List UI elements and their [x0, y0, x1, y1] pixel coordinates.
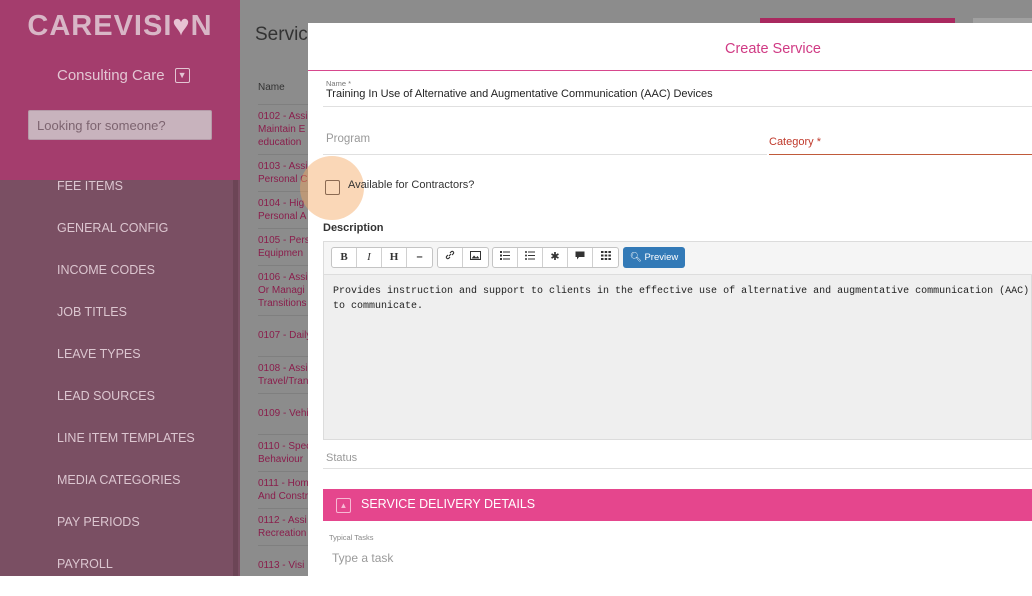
org-name: Consulting Care: [57, 67, 165, 84]
description-editor: B I H – ✱ 🔍︎ Preview Provides instructio…: [323, 241, 1032, 440]
contractors-checkbox[interactable]: [325, 180, 340, 195]
chevron-down-icon[interactable]: ▼: [174, 68, 190, 83]
sidebar-header: CAREVISI♥N Consulting Care ▼: [0, 0, 240, 180]
modal-title: Create Service: [725, 41, 821, 57]
org-switcher[interactable]: Consulting Care ▼: [57, 67, 190, 84]
description-label: Description: [323, 222, 384, 234]
logo-text: CAREVISI: [27, 10, 173, 42]
list-group: ✱: [492, 247, 619, 268]
category-select[interactable]: Category *: [769, 131, 1032, 155]
format-group: B I H –: [331, 247, 433, 268]
modal-header: Create Service: [308, 23, 1032, 71]
status-select[interactable]: Status: [323, 450, 1032, 469]
status-label: Status: [326, 452, 358, 464]
name-label: Name *: [326, 79, 352, 88]
contractors-checkbox-label[interactable]: Available for Contractors?: [348, 179, 474, 191]
logo-text-end: N: [190, 10, 213, 42]
app-logo[interactable]: CAREVISI♥N: [0, 10, 240, 43]
sidebar-item-pay-periods[interactable]: PAY PERIODS: [57, 512, 195, 554]
italic-button[interactable]: I: [357, 248, 382, 267]
heading-button[interactable]: H: [382, 248, 407, 267]
sidebar-menu: FEE ITEMS GENERAL CONFIG INCOME CODES JO…: [57, 176, 195, 596]
category-label: Category *: [769, 136, 821, 148]
sidebar-item-line-item-templates[interactable]: LINE ITEM TEMPLATES: [57, 428, 195, 470]
sidebar-item-income-codes[interactable]: INCOME CODES: [57, 260, 195, 302]
description-textarea[interactable]: Provides instruction and support to clie…: [333, 284, 1028, 314]
program-label: Program: [326, 133, 371, 145]
heart-icon: ♥: [172, 10, 191, 42]
typical-tasks-label: Typical Tasks: [329, 533, 374, 542]
comment-icon[interactable]: [568, 248, 593, 267]
sidebar-item-general-config[interactable]: GENERAL CONFIG: [57, 218, 195, 260]
sidebar-item-job-titles[interactable]: JOB TITLES: [57, 302, 195, 344]
ordered-list-icon[interactable]: [493, 248, 518, 267]
section-title: SERVICE DELIVERY DETAILS: [361, 497, 536, 511]
table-icon[interactable]: [593, 248, 618, 267]
sidebar-item-fee-items[interactable]: FEE ITEMS: [57, 176, 195, 218]
typical-tasks-input[interactable]: [329, 548, 729, 568]
bold-button[interactable]: B: [332, 248, 357, 267]
search-icon: 🔍︎: [629, 252, 642, 263]
preview-label: Preview: [644, 252, 679, 263]
sidebar-item-payroll[interactable]: PAYROLL: [57, 554, 195, 596]
link-icon[interactable]: [438, 248, 463, 267]
asterisk-icon[interactable]: ✱: [543, 248, 568, 267]
sidebar-item-lead-sources[interactable]: LEAD SOURCES: [57, 386, 195, 428]
sidebar-scrollbar[interactable]: [233, 180, 238, 576]
search-input[interactable]: [28, 110, 212, 140]
chevron-up-icon[interactable]: ▲: [336, 498, 351, 513]
unordered-list-icon[interactable]: [518, 248, 543, 267]
sidebar: CAREVISI♥N Consulting Care ▼ FEE ITEMS G…: [0, 0, 240, 576]
name-value[interactable]: Training In Use of Alternative and Augme…: [326, 88, 713, 100]
column-header-name: Name: [258, 82, 285, 93]
image-icon[interactable]: [463, 248, 488, 267]
service-delivery-section-header[interactable]: ▲ SERVICE DELIVERY DETAILS: [323, 489, 1032, 521]
horizontal-rule-button[interactable]: –: [407, 248, 432, 267]
preview-button[interactable]: 🔍︎ Preview: [623, 247, 685, 268]
sidebar-item-leave-types[interactable]: LEAVE TYPES: [57, 344, 195, 386]
name-field[interactable]: Name * Training In Use of Alternative an…: [323, 79, 1032, 107]
program-select[interactable]: Program: [323, 127, 767, 155]
editor-toolbar: B I H – ✱ 🔍︎ Preview: [324, 242, 1032, 275]
insert-group: [437, 247, 489, 268]
sidebar-item-media-categories[interactable]: MEDIA CATEGORIES: [57, 470, 195, 512]
